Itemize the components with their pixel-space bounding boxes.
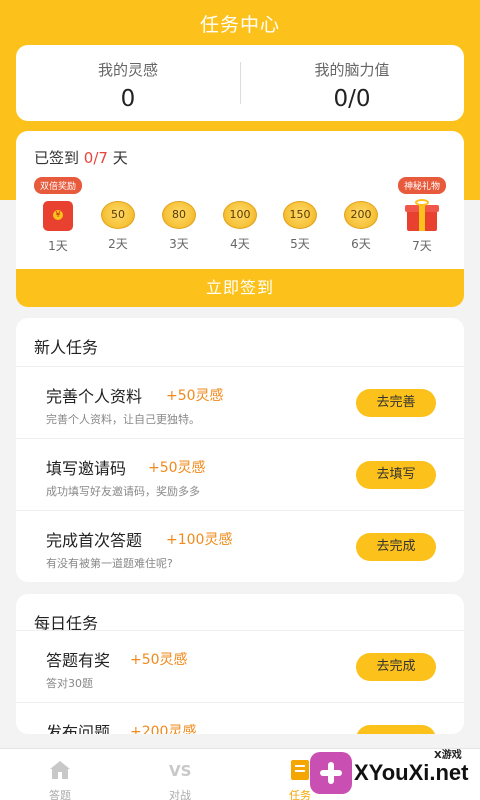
task-row: 发布问题 +200灵感 <box>16 702 464 734</box>
task-name: 填写邀请码 <box>46 459 127 478</box>
signin-button[interactable]: 立即签到 <box>16 269 464 307</box>
signin-day-7: 神秘礼物 7天 <box>392 177 452 254</box>
red-packet-icon <box>43 201 73 231</box>
task-reward: +50灵感 <box>166 388 224 404</box>
brainpower-stat[interactable]: 我的脑力值 0/0 <box>240 45 464 121</box>
inspiration-label: 我的灵感 <box>97 61 158 79</box>
gift-icon <box>405 199 439 231</box>
quiz-reward-button[interactable]: 去完成 <box>356 653 436 681</box>
brainpower-label: 我的脑力值 <box>314 61 390 79</box>
day-label: 3天 <box>169 237 189 251</box>
signin-days: 双倍奖励 1天 50 2天 80 3天 100 4天 150 5天 200 6天… <box>16 177 464 257</box>
coin-icon: 200 <box>344 201 378 229</box>
signin-status: 已签到 0/7 天 <box>34 147 128 168</box>
task-row: 答题有奖 +50灵感 答对30题 去完成 <box>16 630 464 702</box>
signin-card: 已签到 0/7 天 双倍奖励 1天 50 2天 80 3天 100 4天 150… <box>16 131 464 307</box>
signin-day-2: 50 2天 <box>88 177 148 252</box>
coin-icon: 80 <box>162 201 196 229</box>
tab-label: 答题 <box>49 789 71 800</box>
complete-profile-button[interactable]: 去完善 <box>356 389 436 417</box>
home-icon <box>50 761 70 779</box>
coin-icon: 50 <box>101 201 135 229</box>
task-name: 发布问题 <box>46 723 111 734</box>
first-quiz-button[interactable]: 去完成 <box>356 533 436 561</box>
task-desc: 有没有被第一道题难住呢? <box>46 557 173 570</box>
task-desc: 答对30题 <box>46 677 93 690</box>
day-label: 2天 <box>108 237 128 251</box>
daily-tasks-card: 每日任务 答题有奖 +50灵感 答对30题 去完成 发布问题 +200灵感 <box>16 594 464 734</box>
task-name: 答题有奖 <box>46 651 111 670</box>
coin-icon: 150 <box>283 201 317 229</box>
signin-day-5: 150 5天 <box>270 177 330 252</box>
signin-suffix: 天 <box>112 149 128 167</box>
task-name: 完善个人资料 <box>46 387 143 406</box>
newbie-tasks-card: 新人任务 完善个人资料 +50灵感 完善个人资料，让自己更独特。 去完善 填写邀… <box>16 318 464 582</box>
inspiration-stat[interactable]: 我的灵感 0 <box>16 45 240 121</box>
signin-day-6: 200 6天 <box>331 177 391 252</box>
tab-battle[interactable]: VS 对战 <box>120 749 240 800</box>
stat-divider <box>240 62 241 104</box>
newbie-section-title: 新人任务 <box>34 338 99 357</box>
task-row: 完成首次答题 +100灵感 有没有被第一道题难住呢? 去完成 <box>16 510 464 582</box>
double-reward-tag: 双倍奖励 <box>34 177 83 194</box>
tab-label: 对战 <box>169 789 191 800</box>
signin-day-1: 双倍奖励 1天 <box>28 177 88 254</box>
coin-icon: 100 <box>223 201 257 229</box>
day-label: 5天 <box>290 237 310 251</box>
watermark-text: XYouXi.net <box>354 760 469 785</box>
day-label: 1天 <box>48 239 68 253</box>
day-label: 4天 <box>230 237 250 251</box>
svg-text:VS: VS <box>169 762 191 780</box>
page-title: 任务中心 <box>199 14 280 36</box>
vs-icon: VS <box>169 762 191 780</box>
fill-invite-code-button[interactable]: 去填写 <box>356 461 436 489</box>
signin-prefix: 已签到 <box>34 149 80 167</box>
tab-answer[interactable]: 答题 <box>0 749 120 800</box>
post-question-button[interactable] <box>356 725 436 734</box>
signin-day-4: 100 4天 <box>210 177 270 252</box>
task-row: 填写邀请码 +50灵感 成功填写好友邀请码，奖励多多 去填写 <box>16 438 464 510</box>
task-desc: 成功填写好友邀请码，奖励多多 <box>46 485 200 498</box>
xyouxi-logo-icon <box>310 752 352 794</box>
brainpower-value: 0/0 <box>333 86 371 112</box>
task-icon <box>291 760 309 780</box>
signin-day-3: 80 3天 <box>149 177 209 252</box>
task-desc: 完善个人资料，让自己更独特。 <box>46 413 200 426</box>
task-row: 完善个人资料 +50灵感 完善个人资料，让自己更独特。 去完善 <box>16 366 464 438</box>
day-label: 7天 <box>412 239 432 253</box>
task-reward: +100灵感 <box>166 532 233 548</box>
task-reward: +200灵感 <box>130 724 197 734</box>
inspiration-value: 0 <box>120 86 136 112</box>
signin-count: 0/7 <box>83 149 108 167</box>
day-label: 6天 <box>351 237 371 251</box>
stats-card: 我的灵感 0 我的脑力值 0/0 <box>16 45 464 121</box>
task-name: 完成首次答题 <box>46 531 143 550</box>
watermark-small-text: X游戏 <box>434 750 462 761</box>
task-reward: +50灵感 <box>148 460 206 476</box>
task-reward: +50灵感 <box>130 652 188 668</box>
watermark: X游戏 XYouXi.net <box>310 744 480 800</box>
mystery-gift-tag: 神秘礼物 <box>398 177 447 194</box>
